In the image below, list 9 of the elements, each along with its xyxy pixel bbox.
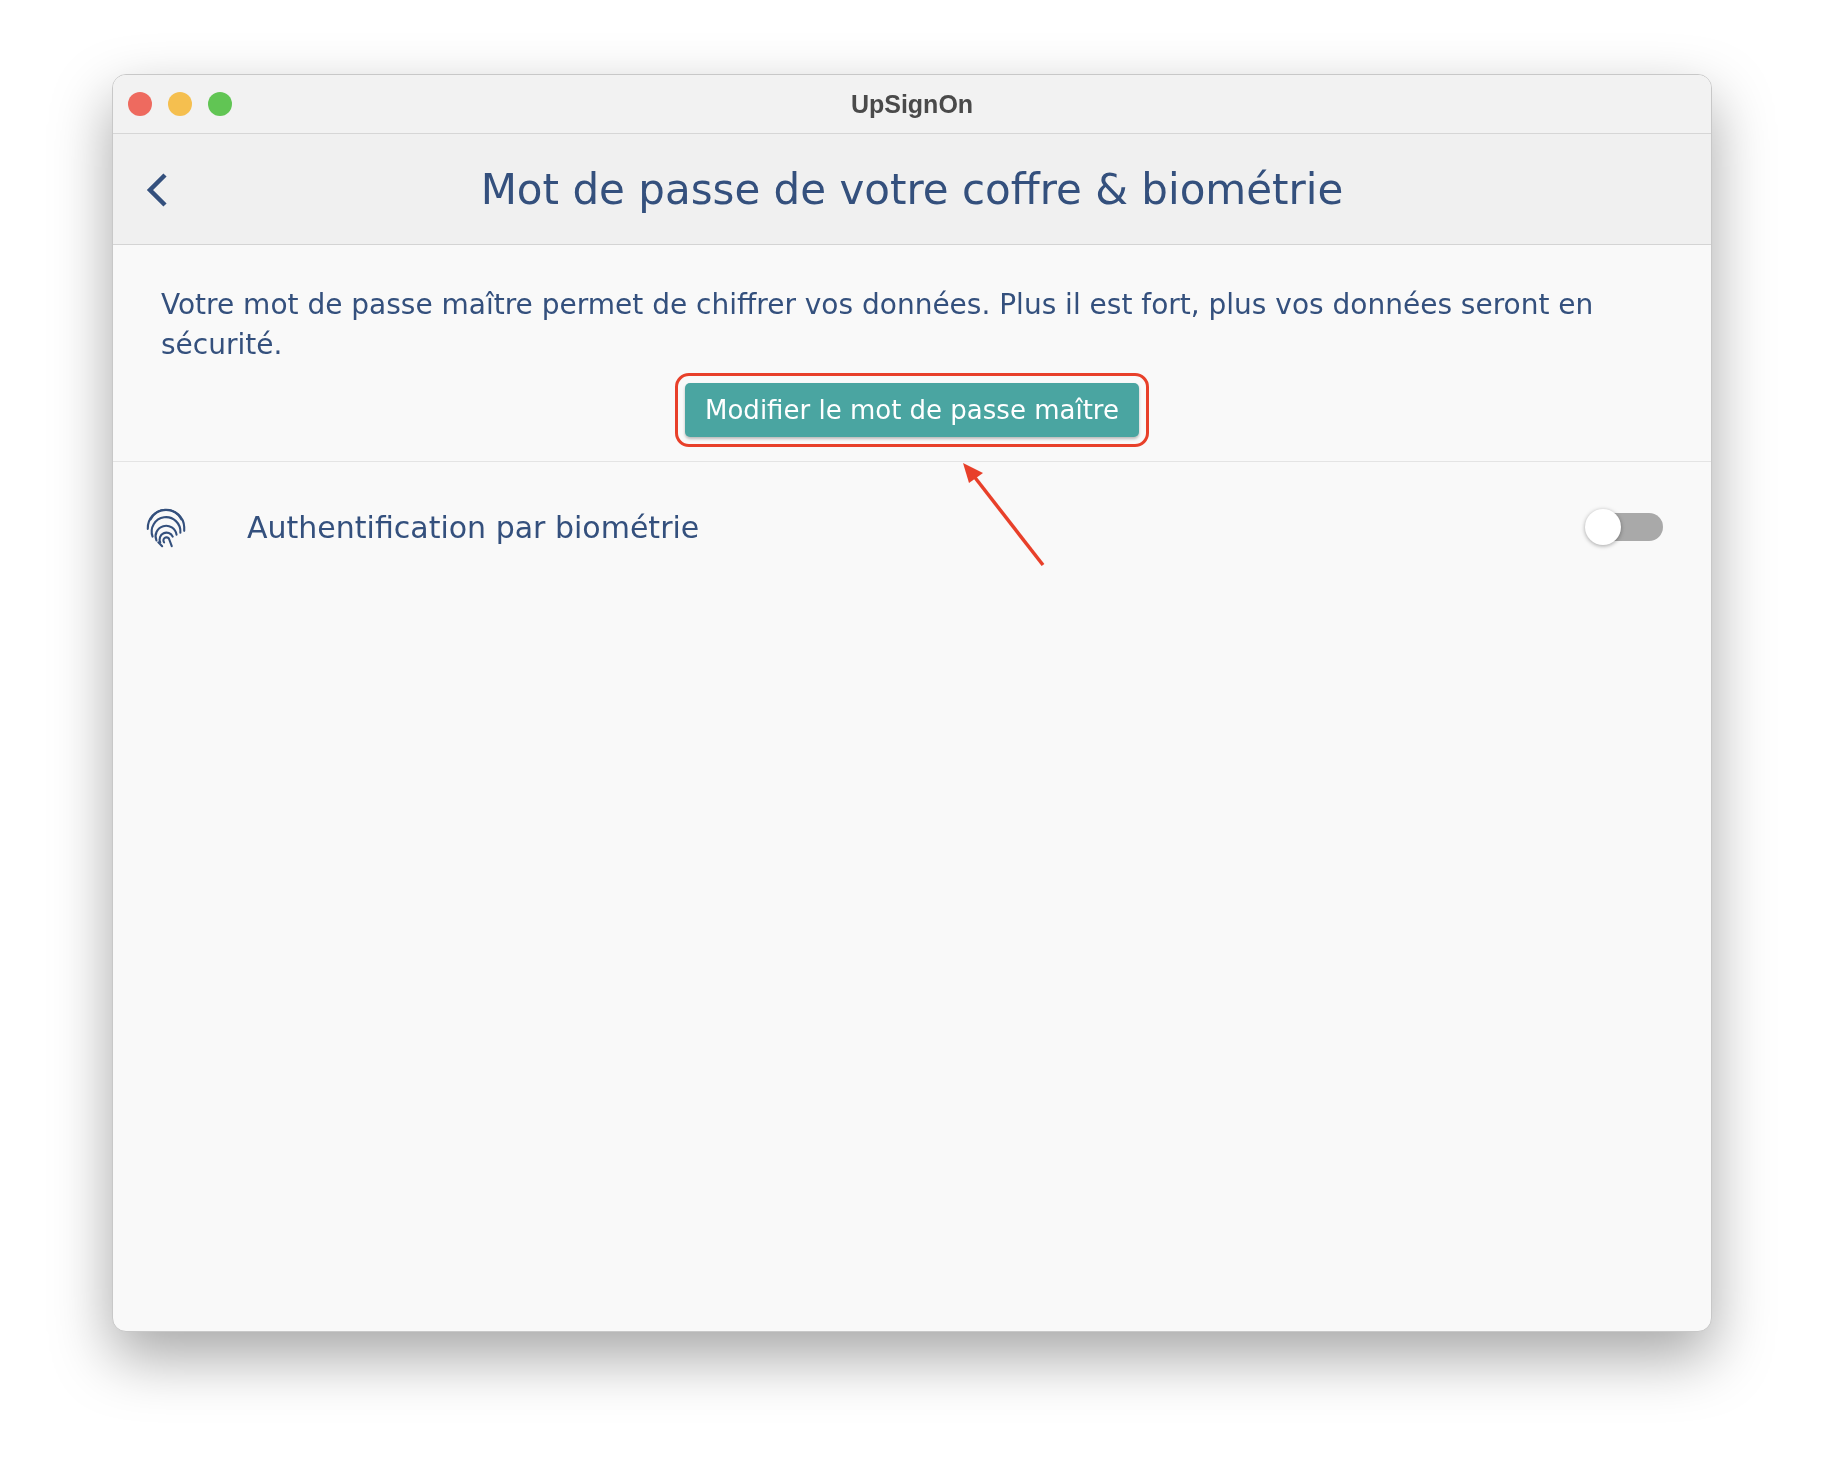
page-title: Mot de passe de votre coffre & biométrie: [480, 164, 1344, 214]
close-button[interactable]: [128, 92, 152, 116]
window-title: UpSignOn: [850, 89, 974, 119]
toggle-switch[interactable]: [1585, 509, 1663, 545]
zoom-button[interactable]: [208, 92, 232, 116]
minimize-button[interactable]: [168, 92, 192, 116]
description-text: Votre mot de passe maître permet de chiffrer vos données. Plus il est fort, plus vos données seront en sécurité.: [161, 287, 1595, 363]
change-password-button[interactable]: Modifier le mot de passe maître: [685, 383, 1139, 437]
setting-label: Authentification par biométrie: [247, 509, 701, 545]
